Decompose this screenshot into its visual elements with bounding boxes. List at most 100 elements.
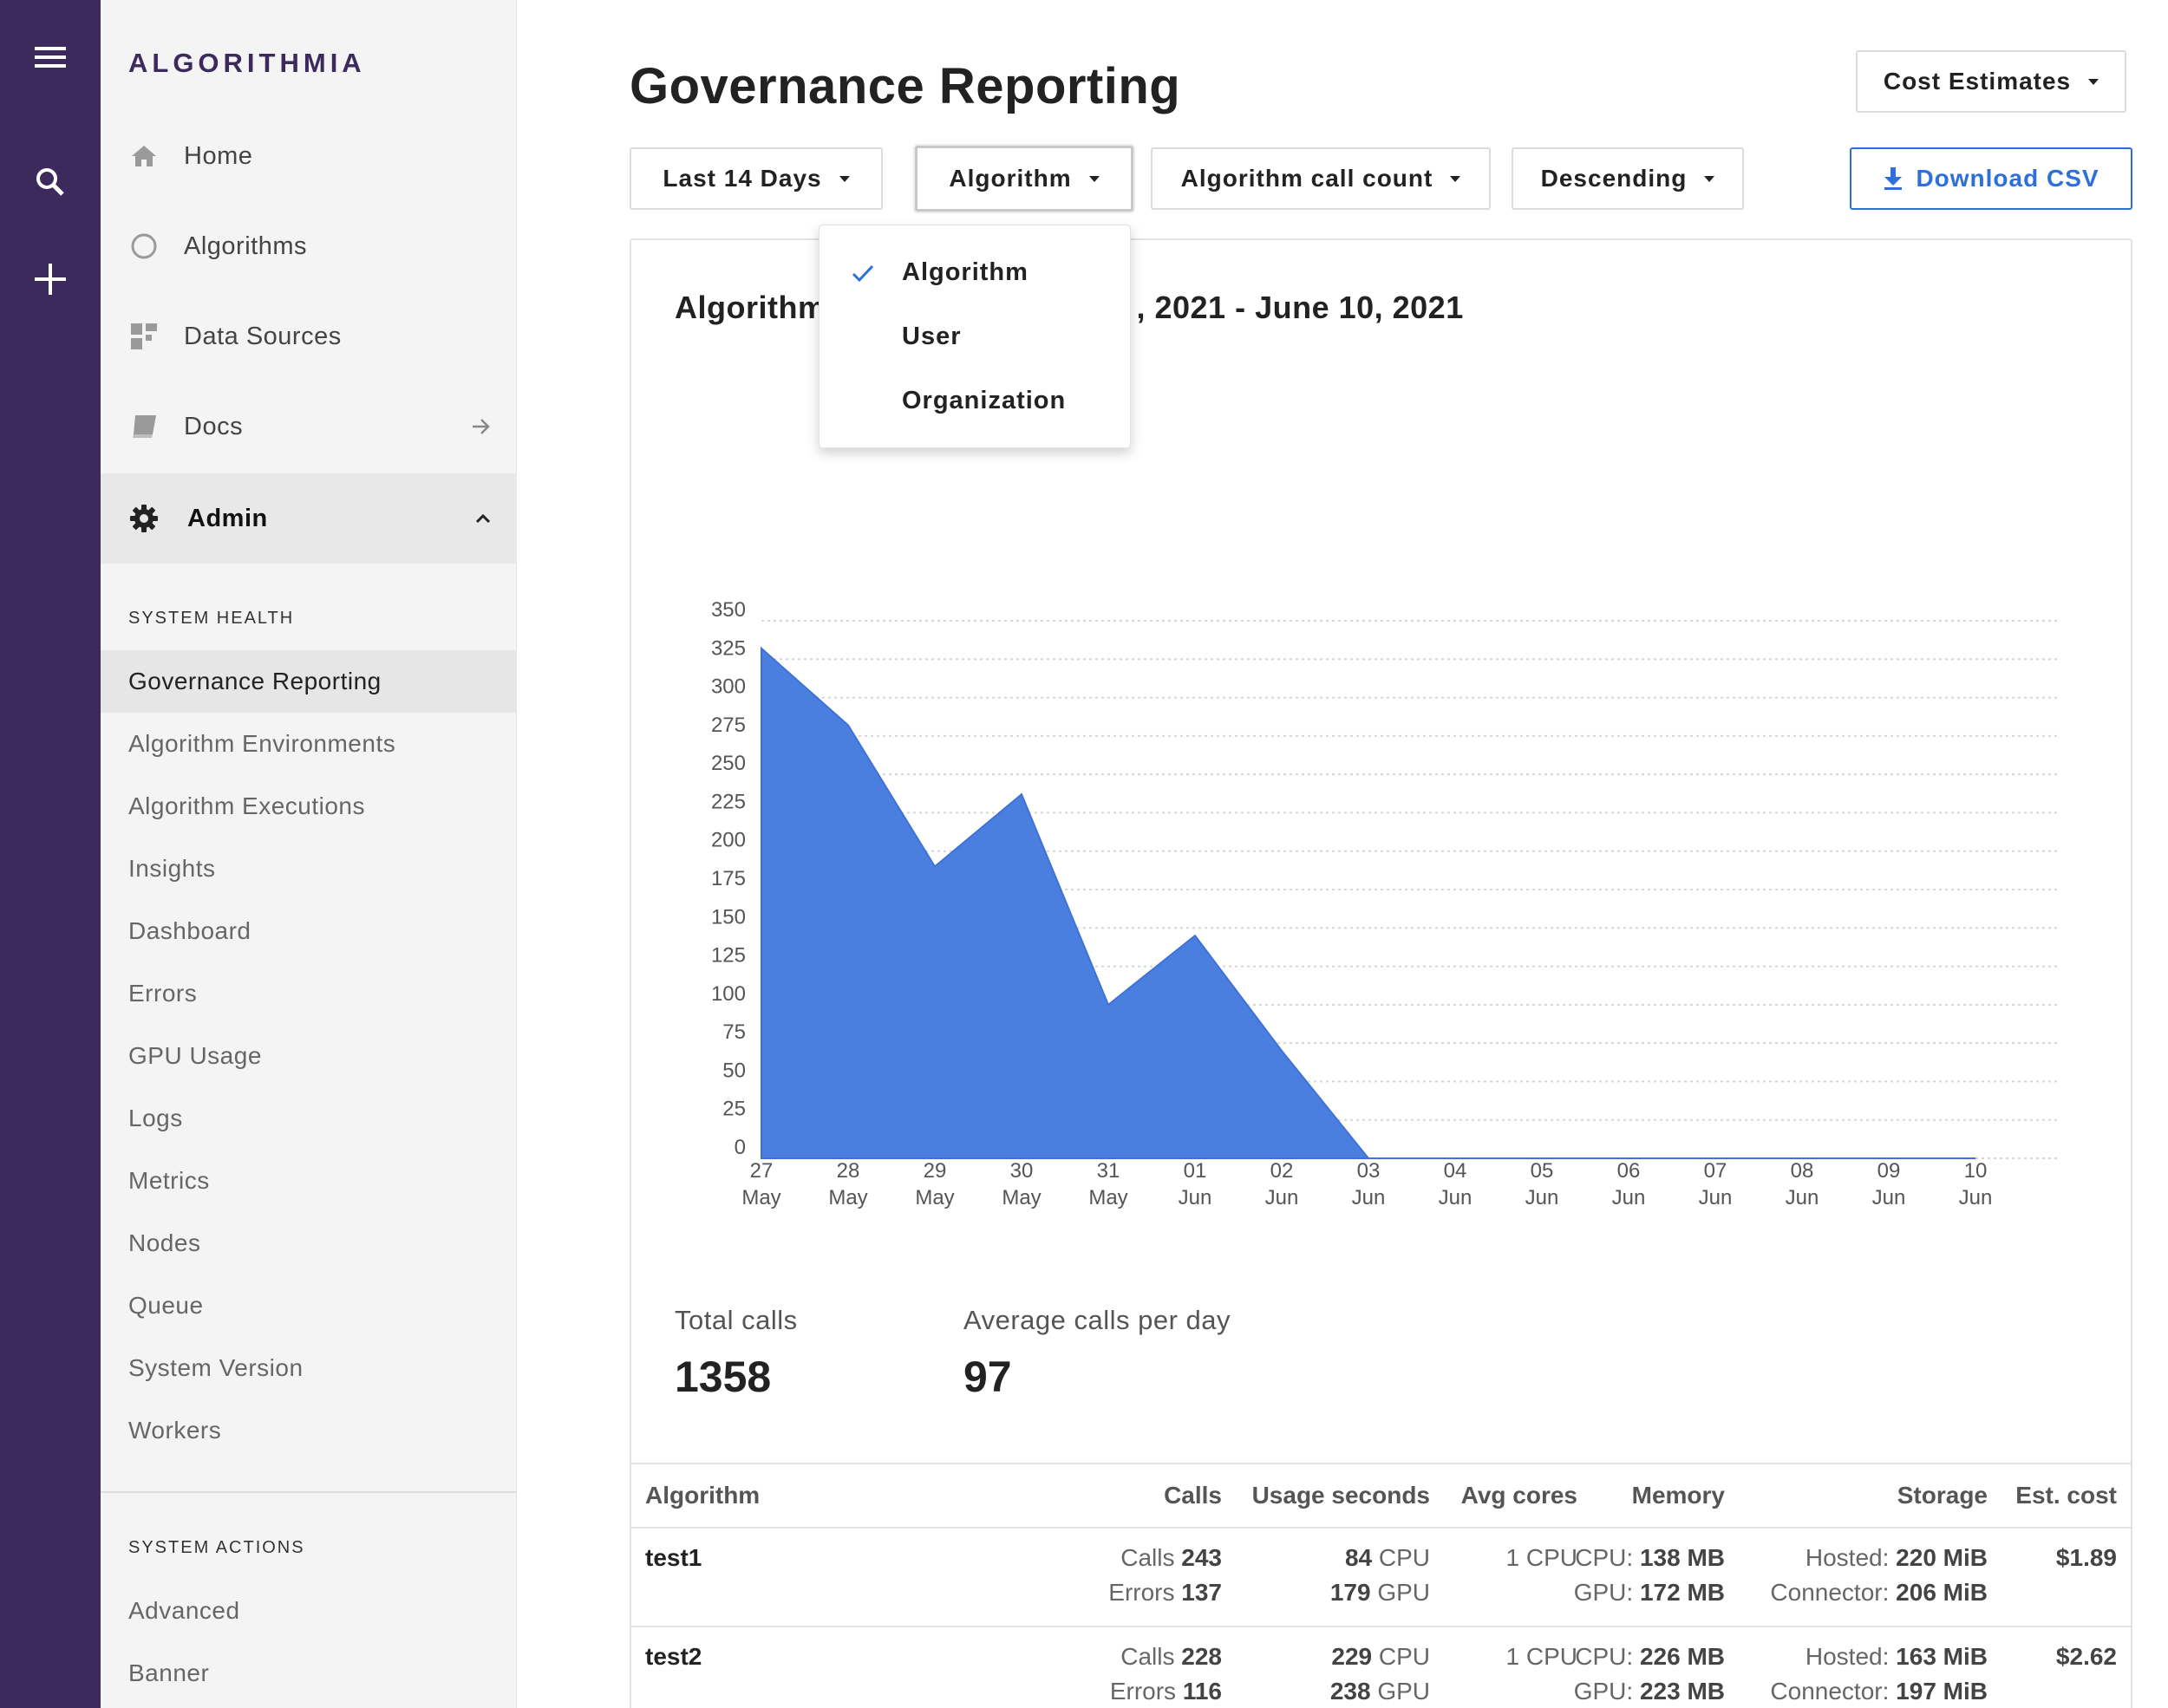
sidebar-item-queue[interactable]: Queue (101, 1274, 517, 1337)
sidebar-item-logs[interactable]: Logs (101, 1087, 517, 1150)
gear-icon (127, 501, 161, 536)
row-calls: Calls 228 Errors 116 (1109, 1643, 1222, 1705)
y-tick-label: 225 (711, 790, 746, 813)
row-name: test2 (645, 1643, 702, 1670)
y-tick-label: 350 (711, 598, 746, 622)
nav-docs[interactable]: Docs (101, 381, 517, 472)
row-storage: Hosted: 220 MiB Connector: 206 MiB (1770, 1544, 1988, 1606)
nav-data-sources[interactable]: Data Sources (101, 291, 517, 381)
menu-item-organization[interactable]: Organization (819, 368, 1131, 433)
sidebar-item-errors[interactable]: Errors (101, 962, 517, 1025)
menu-item-algorithm[interactable]: Algorithm (819, 240, 1131, 304)
x-tick-day: 31 (1097, 1159, 1120, 1183)
row-est-cost: $1.89 (2055, 1544, 2117, 1571)
search-icon[interactable] (19, 151, 82, 213)
row-memory: CPU: 138 MB GPU: 172 MB (1573, 1544, 1725, 1606)
caret-down-icon (1450, 175, 1461, 182)
x-tick-day: 30 (1010, 1159, 1034, 1183)
report-card: Algorithm, 2021 - June 10, 2021 0 25 50 75 1… (630, 238, 2132, 1708)
circle-icon (127, 229, 161, 264)
sidebar-item-dashboard[interactable]: Dashboard (101, 900, 517, 962)
x-tick-month: May (1088, 1186, 1127, 1209)
x-tick-day: 08 (1791, 1159, 1814, 1183)
sidebar-item-banner[interactable]: Banner (101, 1642, 517, 1705)
x-tick-month: Jun (1352, 1186, 1386, 1209)
brand-logo[interactable]: ALGORITHMIA (128, 48, 366, 79)
x-tick-month: Jun (1439, 1186, 1473, 1209)
x-tick-month: May (741, 1186, 780, 1209)
col-avg-cores[interactable]: Avg cores (1461, 1482, 1577, 1509)
sidebar-divider (101, 1491, 517, 1493)
col-algorithm[interactable]: Algorithm (645, 1482, 760, 1509)
menu-item-user[interactable]: User (819, 304, 1131, 368)
table-header: Algorithm Calls Usage seconds Avg cores … (631, 1463, 2131, 1529)
x-tick-month: Jun (1699, 1186, 1733, 1209)
book-icon (127, 409, 161, 444)
row-name: test1 (645, 1544, 702, 1571)
y-tick-label: 200 (711, 829, 746, 852)
y-tick-label: 0 (735, 1136, 746, 1159)
x-tick-day: 06 (1617, 1159, 1641, 1183)
plus-icon[interactable] (19, 248, 82, 310)
x-tick-day: 01 (1184, 1159, 1207, 1183)
x-tick-month: May (828, 1186, 867, 1209)
sidebar-item-algorithm-executions[interactable]: Algorithm Executions (101, 775, 517, 838)
x-tick-day: 04 (1444, 1159, 1467, 1183)
y-tick-label: 25 (722, 1098, 746, 1121)
cost-estimates-label: Cost Estimates (1883, 68, 2072, 95)
x-tick-day: 02 (1270, 1159, 1294, 1183)
menu-icon[interactable] (19, 26, 82, 88)
check-icon (852, 261, 874, 290)
col-usage-seconds[interactable]: Usage seconds (1252, 1482, 1430, 1509)
nav-admin[interactable]: Admin (101, 473, 517, 564)
chevron-up-icon (475, 513, 491, 524)
group-by-menu: Algorithm User Organization (819, 225, 1131, 448)
metric-dropdown[interactable]: Algorithm call count (1151, 147, 1491, 210)
nav-home[interactable]: Home (101, 111, 517, 201)
sort-order-dropdown[interactable]: Descending (1512, 147, 1744, 210)
group-by-dropdown[interactable]: Algorithm (915, 146, 1133, 212)
page-title: Governance Reporting (630, 58, 1181, 114)
table-row[interactable]: test2 Calls 228 Errors 116 229 CPU 238 GPU… (631, 1627, 2131, 1708)
sidebar-item-governance-reporting[interactable]: Governance Reporting (101, 650, 517, 713)
nav-algorithms[interactable]: Algorithms (101, 201, 517, 291)
arrow-right-icon (472, 418, 491, 435)
x-tick-month: Jun (1525, 1186, 1559, 1209)
cost-estimates-dropdown[interactable]: Cost Estimates (1856, 50, 2126, 113)
download-csv-button[interactable]: Download CSV (1850, 147, 2132, 210)
x-tick-month: May (1002, 1186, 1041, 1209)
caret-down-icon (1704, 175, 1715, 182)
x-tick-day: 28 (837, 1159, 860, 1183)
x-tick-month: Jun (1786, 1186, 1819, 1209)
x-tick-month: Jun (1612, 1186, 1646, 1209)
col-calls[interactable]: Calls (1164, 1482, 1222, 1509)
group-by-label: Algorithm (949, 165, 1072, 192)
col-memory[interactable]: Memory (1632, 1482, 1725, 1509)
sidebar-item-workers[interactable]: Workers (101, 1399, 517, 1462)
y-tick-label: 100 (711, 982, 746, 1006)
col-est-cost[interactable]: Est. cost (2015, 1482, 2117, 1509)
y-tick-label: 175 (711, 867, 746, 890)
date-range-dropdown[interactable]: Last 14 Days (630, 147, 883, 210)
x-tick-day: 10 (1964, 1159, 1988, 1183)
sidebar-item-system-version[interactable]: System Version (101, 1337, 517, 1399)
caret-down-icon (2088, 78, 2099, 85)
sidebar-item-advanced[interactable]: Advanced (101, 1580, 517, 1642)
col-storage[interactable]: Storage (1897, 1482, 1988, 1509)
date-range-label: Last 14 Days (663, 165, 822, 192)
sidebar-item-algorithm-environments[interactable]: Algorithm Environments (101, 713, 517, 775)
sidebar-item-metrics[interactable]: Metrics (101, 1150, 517, 1212)
data-sources-icon (127, 319, 161, 354)
sidebar-item-nodes[interactable]: Nodes (101, 1212, 517, 1274)
row-avg-cores: 1 CPU (1505, 1643, 1577, 1670)
system-health-heading: SYSTEM HEALTH (128, 609, 295, 628)
menu-item-user-label: User (902, 322, 962, 350)
nav-admin-label: Admin (187, 504, 268, 532)
table-row[interactable]: test1 Calls 243 Errors 137 84 CPU 179 GPU … (631, 1529, 2131, 1627)
x-tick-day: 09 (1877, 1159, 1901, 1183)
row-usage-seconds: 229 CPU 238 GPU (1329, 1643, 1430, 1705)
sidebar-item-insights[interactable]: Insights (101, 838, 517, 900)
avg-calls-label: Average calls per day (963, 1305, 1231, 1335)
sidebar-item-gpu-usage[interactable]: GPU Usage (101, 1025, 517, 1087)
x-tick-day: 03 (1357, 1159, 1381, 1183)
